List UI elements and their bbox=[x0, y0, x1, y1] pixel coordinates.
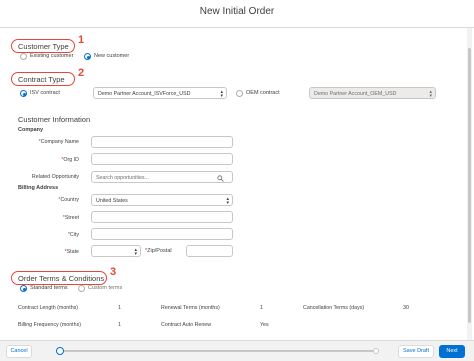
renewal-terms-value: 1 bbox=[260, 305, 263, 311]
modal-title: New Initial Order bbox=[199, 6, 275, 17]
company-section-label: Company bbox=[18, 127, 44, 133]
company-name-label: *Company Name bbox=[38, 139, 79, 145]
oem-contract-label: OEM contract bbox=[246, 90, 280, 96]
street-label: *Street bbox=[62, 215, 79, 221]
standard-terms-label: Standard terms bbox=[30, 285, 68, 291]
oem-contract-radio[interactable] bbox=[236, 90, 243, 97]
order-terms-heading: Order Terms & Conditions bbox=[18, 274, 105, 283]
billing-frequency-value: 1 bbox=[118, 322, 121, 328]
city-input[interactable] bbox=[91, 228, 233, 240]
org-id-label: *Org ID bbox=[61, 157, 79, 163]
contract-length-value: 1 bbox=[118, 305, 121, 311]
scrollbar-thumb[interactable] bbox=[468, 48, 471, 323]
cancellation-terms-value: 30 bbox=[403, 305, 409, 311]
new-customer-radio[interactable] bbox=[84, 53, 91, 60]
company-name-input[interactable] bbox=[91, 136, 233, 148]
state-label: *State bbox=[64, 249, 79, 255]
modal-footer: Cancel Save Draft Next bbox=[0, 340, 474, 361]
progress-step-final bbox=[373, 348, 379, 354]
annotation-marker-2: 2 bbox=[78, 67, 85, 79]
zip-label: *Zip/Postal bbox=[145, 248, 172, 254]
country-label: *Country bbox=[58, 197, 79, 203]
custom-terms-label: Custom terms bbox=[88, 285, 123, 291]
contract-length-label: Contract Length (months) bbox=[18, 305, 79, 311]
org-id-input[interactable] bbox=[91, 153, 233, 165]
header-divider bbox=[0, 27, 474, 28]
contract-type-heading: Contract Type bbox=[18, 75, 65, 84]
chevron-updown-icon: ▴ ▾ bbox=[226, 196, 229, 206]
oem-account-value: Demo Partner Account_OEM_USD bbox=[314, 90, 397, 97]
cancellation-terms-label: Cancellation Terms (days) bbox=[303, 305, 365, 311]
customer-type-heading: Customer Type bbox=[18, 42, 69, 51]
chevron-updown-icon: ▴ ▾ bbox=[220, 89, 223, 99]
renewal-terms-label: Renewal Terms (months) bbox=[161, 305, 220, 311]
annotation-marker-3: 3 bbox=[110, 266, 117, 278]
related-opportunity-placeholder: Search opportunities... bbox=[96, 174, 149, 181]
search-icon bbox=[217, 175, 224, 182]
billing-address-section-label: Billing Address bbox=[18, 185, 59, 191]
state-select[interactable]: ▴ ▾ bbox=[91, 245, 141, 257]
existing-customer-radio[interactable] bbox=[20, 53, 27, 60]
isv-contract-label: ISV contract bbox=[30, 90, 60, 96]
custom-terms-radio[interactable] bbox=[78, 285, 85, 292]
related-opportunity-input[interactable]: Search opportunities... bbox=[91, 171, 233, 183]
street-input[interactable] bbox=[91, 211, 233, 223]
contract-auto-renew-label: Contract Auto Renew bbox=[161, 322, 212, 328]
city-label: *City bbox=[67, 232, 79, 238]
chevron-updown-icon: ▴ ▾ bbox=[134, 247, 137, 257]
cancel-button[interactable]: Cancel bbox=[6, 345, 32, 358]
new-customer-label: New customer bbox=[94, 53, 130, 59]
contract-auto-renew-value: Yes bbox=[260, 322, 269, 328]
next-button[interactable]: Next bbox=[439, 345, 465, 358]
billing-frequency-label: Billing Frequency (months) bbox=[18, 322, 81, 328]
isv-account-select[interactable]: Demo Partner Account_ISVForce_USD ▴ ▾ bbox=[93, 87, 227, 99]
standard-terms-radio[interactable] bbox=[20, 285, 27, 292]
zip-input[interactable] bbox=[186, 245, 233, 257]
isv-contract-radio[interactable] bbox=[20, 90, 27, 97]
annotation-marker-1: 1 bbox=[78, 34, 85, 46]
oem-account-select[interactable]: Demo Partner Account_OEM_USD ▴ ▾ bbox=[309, 87, 436, 99]
progress-step-current bbox=[56, 347, 64, 355]
customer-information-heading: Customer Information bbox=[18, 115, 91, 124]
scrollbar-track[interactable] bbox=[467, 28, 472, 340]
chevron-updown-icon: ▴ ▾ bbox=[429, 89, 432, 99]
country-select[interactable]: United States ▴ ▾ bbox=[91, 194, 233, 206]
progress-track bbox=[60, 350, 377, 352]
existing-customer-label: Existing customer bbox=[30, 53, 74, 59]
country-value: United States bbox=[96, 197, 128, 204]
related-opportunity-label: Related Opportunity bbox=[31, 174, 79, 180]
isv-account-value: Demo Partner Account_ISVForce_USD bbox=[98, 90, 191, 97]
save-draft-button[interactable]: Save Draft bbox=[398, 345, 434, 358]
